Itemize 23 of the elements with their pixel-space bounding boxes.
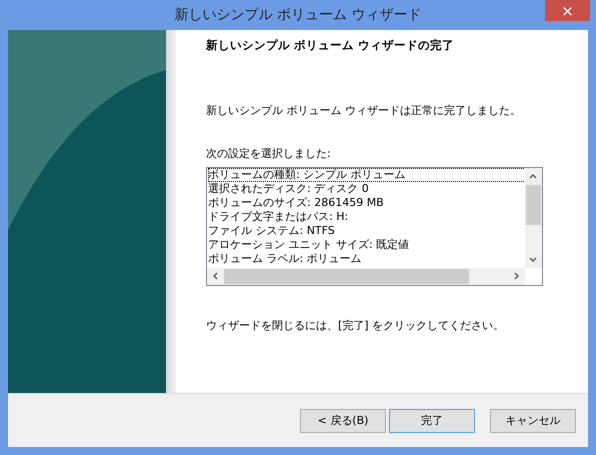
close-button[interactable]: × bbox=[545, 0, 590, 21]
vertical-scrollbar[interactable] bbox=[525, 168, 542, 268]
dialog-button[interactable]: < 戻る(B) bbox=[300, 408, 386, 432]
close-hint: ウィザードを閉じるには、[完了] をクリックしてください。 bbox=[206, 318, 506, 333]
settings-item[interactable]: ボリューム ラベル: ボリューム bbox=[208, 252, 528, 266]
settings-item[interactable]: ボリュームのサイズ: 2861459 MB bbox=[208, 196, 528, 210]
settings-item[interactable]: ドライブ文字またはパス: H: bbox=[208, 210, 528, 224]
scroll-down-icon[interactable] bbox=[529, 257, 537, 262]
scroll-right-icon[interactable] bbox=[514, 272, 519, 280]
dialog-button[interactable]: 完了 bbox=[389, 408, 475, 432]
scroll-left-icon[interactable] bbox=[213, 272, 218, 280]
horizontal-scrollbar[interactable] bbox=[207, 268, 525, 285]
window-title: 新しいシンプル ボリューム ウィザード bbox=[174, 6, 422, 24]
settings-item[interactable]: アロケーション ユニット サイズ: 既定値 bbox=[208, 238, 528, 252]
page-heading: 新しいシンプル ボリューム ウィザードの完了 bbox=[206, 38, 456, 53]
scroll-up-icon[interactable] bbox=[529, 174, 537, 179]
settings-item[interactable]: ファイル システム: NTFS bbox=[208, 224, 528, 238]
dialog-button[interactable]: キャンセル bbox=[490, 408, 576, 432]
settings-list[interactable]: ボリュームの種類: シンプル ボリューム 選択されたディスク: ディスク 0 ボリュームのサイズ: 2861459 MB ドライブ文字またはパス: H: ファイル システム: NTFS アロケーション ユニット サイズ: 既定値 ボリューム ラベル: ボリューム bbox=[206, 167, 543, 286]
settings-item[interactable]: ボリュームの種類: シンプル ボリューム bbox=[208, 168, 528, 182]
settings-item[interactable]: 選択されたディスク: ディスク 0 bbox=[208, 182, 528, 196]
success-message: 新しいシンプル ボリューム ウィザードは正常に完了しました。 bbox=[206, 103, 522, 118]
settings-label: 次の設定を選択しました: bbox=[206, 146, 332, 161]
